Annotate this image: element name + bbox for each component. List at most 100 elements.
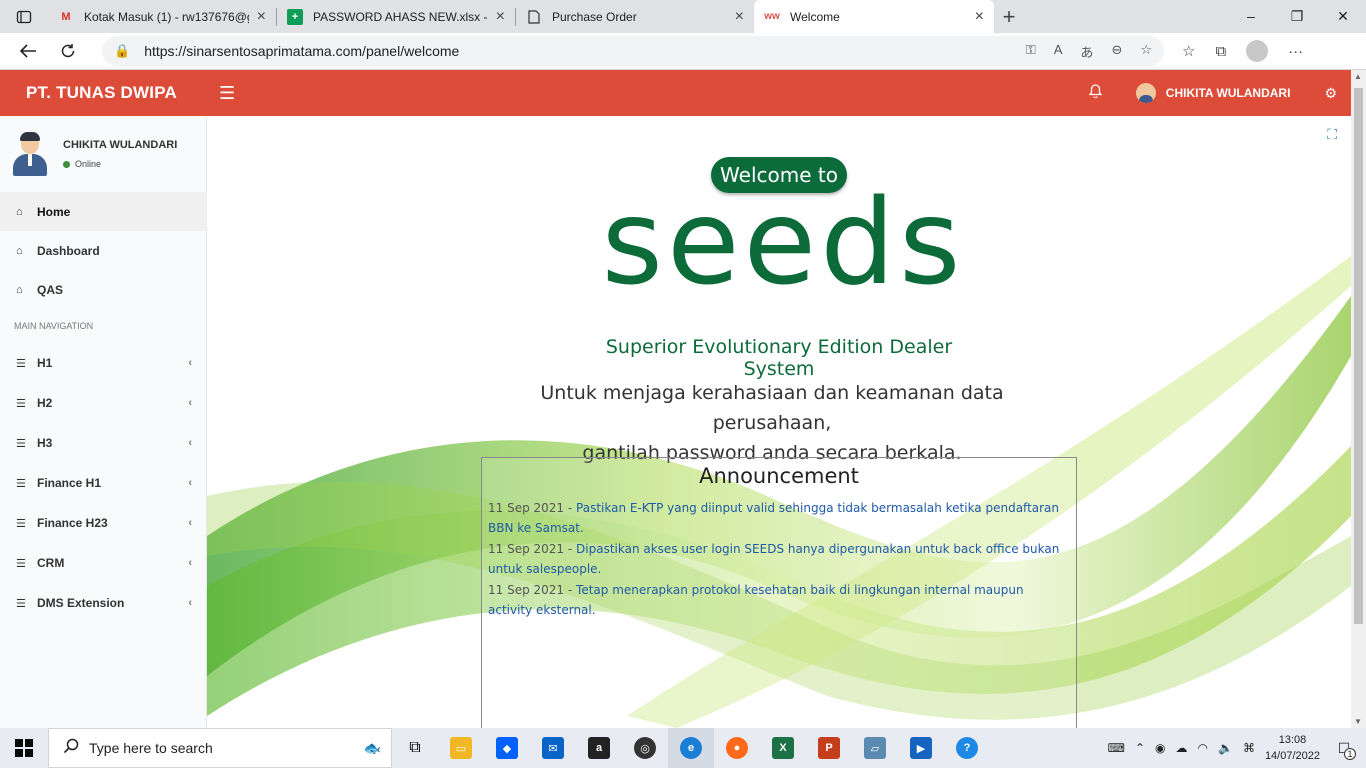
tab-welcome[interactable]: ww Welcome × <box>754 0 994 33</box>
profile-avatar[interactable] <box>1246 40 1269 62</box>
announcement-item: 11 Sep 2021 - Dipastikan akses user logi… <box>488 542 1060 576</box>
notification-center-button[interactable]: ☐ 1 <box>1330 734 1358 762</box>
menu-toggle-icon[interactable]: ☰ <box>219 83 235 104</box>
database-icon: ☰ <box>16 597 26 610</box>
sidebar-item-h2[interactable]: ☰ H2 ‹ <box>0 383 206 423</box>
mail-icon[interactable]: ✉ <box>530 728 576 768</box>
sidebar-item-dms-extension[interactable]: ☰ DMS Extension ‹ <box>0 583 206 623</box>
restore-icon[interactable]: ❐ <box>1274 8 1320 25</box>
chevron-left-icon: ‹ <box>188 557 192 569</box>
announcement-date: 11 Sep 2021 <box>488 583 565 597</box>
tab-sheets[interactable]: + PASSWORD AHASS NEW.xlsx - G × <box>277 0 515 33</box>
close-icon[interactable]: × <box>975 8 984 26</box>
tab-purchase-order[interactable]: Purchase Order × <box>516 0 754 33</box>
close-icon[interactable]: × <box>257 8 266 26</box>
url-field[interactable]: 🔒 https://sinarsentosaprimatama.com/pane… <box>102 36 1164 66</box>
database-icon: ☰ <box>16 397 26 410</box>
video-editor-icon[interactable]: ▶ <box>898 728 944 768</box>
sheets-icon: + <box>287 8 303 25</box>
user-menu[interactable]: CHIKITA WULANDARI <box>1135 83 1290 103</box>
announcement-link[interactable]: Tetap menerapkan protokol kesehatan baik… <box>488 583 1024 617</box>
close-icon[interactable]: × <box>735 8 744 26</box>
taskbar-search[interactable]: Type here to search 🐟 <box>48 728 392 768</box>
bell-icon[interactable] <box>1088 83 1103 103</box>
sidebar-item-home[interactable]: ⌂ Home <box>0 192 206 231</box>
tab-gmail[interactable]: M Kotak Masuk (1) - rw137676@gm × <box>48 0 276 33</box>
database-icon: ☰ <box>16 517 26 530</box>
brand-logo[interactable]: PT. TUNAS DWIPA <box>0 83 207 103</box>
edge-browser-icon[interactable]: e <box>668 728 714 768</box>
wifi-icon[interactable]: ◠ <box>1198 741 1208 755</box>
add-favorite-icon[interactable]: ☆ <box>1140 42 1152 61</box>
sidebar-item-qas[interactable]: ⌂ QAS <box>0 270 206 309</box>
menu-section-header: MAIN NAVIGATION <box>14 321 94 331</box>
cloud-icon[interactable]: ☁ <box>1176 741 1188 755</box>
meet-icon[interactable]: ◉ <box>1155 741 1165 755</box>
announcement-link[interactable]: Pastikan E-KTP yang diinput valid sehing… <box>488 501 1059 535</box>
chevron-left-icon: ‹ <box>188 437 192 449</box>
chevron-up-icon[interactable]: ⌃ <box>1135 741 1145 755</box>
translate-icon[interactable]: あ <box>1080 42 1093 61</box>
collections-icon[interactable]: ⧉ <box>1215 43 1226 60</box>
key-icon[interactable]: ⚿ <box>1026 42 1036 61</box>
keyboard-icon[interactable]: ⌨ <box>1108 741 1125 755</box>
zoom-icon[interactable]: ⊖ <box>1111 42 1122 61</box>
more-menu-icon[interactable]: ··· <box>1288 43 1303 60</box>
seeds-subtitle: Superior Evolutionary Edition Dealer Sys… <box>605 336 953 380</box>
security-app-icon[interactable]: ◎ <box>622 728 668 768</box>
file-explorer-icon[interactable]: ▭ <box>438 728 484 768</box>
sidebar-item-h3[interactable]: ☰ H3 ‹ <box>0 423 206 463</box>
address-bar: 🔒 https://sinarsentosaprimatama.com/pane… <box>0 33 1366 70</box>
volume-icon[interactable]: 🔈 <box>1218 741 1233 755</box>
powerpoint-icon[interactable]: P <box>806 728 852 768</box>
tab-actions-button[interactable] <box>0 0 48 33</box>
settings-gears-icon[interactable]: ⚙ <box>1324 85 1337 102</box>
favorites-icon[interactable]: ☆ <box>1182 42 1195 60</box>
back-arrow-icon <box>19 44 36 58</box>
dropbox-icon[interactable]: ◆ <box>484 728 530 768</box>
announcement-panel: Announcement 11 Sep 2021 - Pastikan E-KT… <box>481 457 1077 728</box>
close-icon[interactable]: × <box>496 8 505 26</box>
scroll-down-icon[interactable]: ▼ <box>1354 717 1362 726</box>
sidebar-item-finance-h23[interactable]: ☰ Finance H23 ‹ <box>0 503 206 543</box>
scroll-thumb[interactable] <box>1354 88 1363 624</box>
page-scrollbar[interactable]: ▲ ▼ <box>1351 70 1366 728</box>
sidebar-item-crm[interactable]: ☰ CRM ‹ <box>0 543 206 583</box>
notes-app-icon[interactable]: ▱ <box>852 728 898 768</box>
lock-icon: 🔒 <box>114 43 131 58</box>
sidebar-user-name: CHIKITA WULANDARI <box>63 139 178 151</box>
sidebar-item-h1[interactable]: ☰ H1 ‹ <box>0 343 206 383</box>
user-panel: CHIKITA WULANDARI Online <box>0 116 206 192</box>
close-window-icon[interactable]: ✕ <box>1320 8 1366 25</box>
task-view-icon[interactable]: ⧉ <box>392 728 438 768</box>
announcement-link[interactable]: Dipastikan akses user login SEEDS hanya … <box>488 542 1059 576</box>
tab-actions-icon <box>16 10 32 23</box>
amazon-icon[interactable]: a <box>576 728 622 768</box>
help-icon[interactable]: ? <box>944 728 990 768</box>
search-placeholder: Type here to search <box>89 740 213 756</box>
announcement-date: 11 Sep 2021 <box>488 542 565 556</box>
scroll-up-icon[interactable]: ▲ <box>1354 72 1362 81</box>
windows-taskbar: Type here to search 🐟 ⧉ ▭ ◆ ✉ a ◎ e ● X … <box>0 728 1366 768</box>
minimize-icon[interactable]: – <box>1228 8 1274 25</box>
app-header: PT. TUNAS DWIPA ☰ CHIKITA WULANDARI ⚙ <box>0 70 1351 116</box>
sidebar-item-dashboard[interactable]: ⌂ Dashboard <box>0 231 206 270</box>
fullscreen-icon[interactable]: ⛶ <box>1327 126 1337 143</box>
read-aloud-icon[interactable]: A <box>1054 42 1063 61</box>
back-button[interactable] <box>8 33 48 70</box>
clock-date: 14/07/2022 <box>1264 750 1320 762</box>
excel-icon[interactable]: X <box>760 728 806 768</box>
taskbar-clock[interactable]: 13:08 14/07/2022 <box>1265 732 1320 764</box>
sidebar-item-label: QAS <box>37 282 64 297</box>
firefox-icon[interactable]: ● <box>714 728 760 768</box>
new-tab-button[interactable]: + <box>994 4 1024 30</box>
sidebar-item-label: Finance H23 <box>37 516 108 530</box>
language-icon[interactable]: ⌘ <box>1243 741 1255 755</box>
sidebar-item-label: H1 <box>37 356 53 370</box>
database-icon: ☰ <box>16 557 26 570</box>
url-text: https://sinarsentosaprimatama.com/panel/… <box>144 43 460 59</box>
chevron-left-icon: ‹ <box>188 397 192 409</box>
sidebar-item-finance-h1[interactable]: ☰ Finance H1 ‹ <box>0 463 206 503</box>
refresh-button[interactable] <box>48 33 88 70</box>
start-button[interactable] <box>0 728 48 768</box>
